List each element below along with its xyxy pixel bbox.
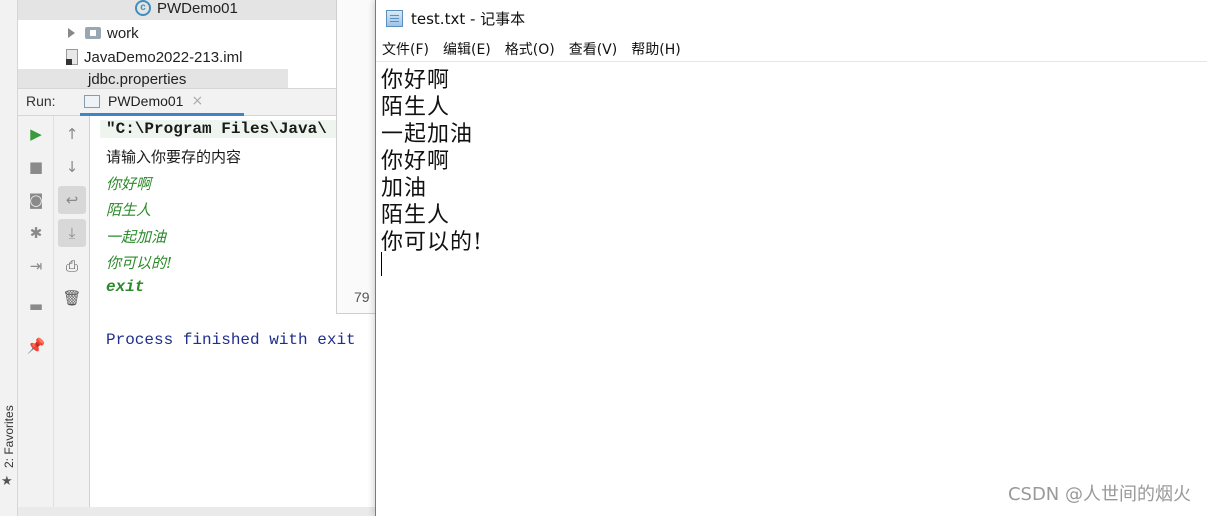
up-arrow-icon[interactable]: ↑ (58, 120, 86, 148)
exit-icon[interactable]: ⇥ (22, 252, 50, 280)
class-icon: c (135, 0, 151, 16)
menu-edit[interactable]: 编辑(E) (443, 39, 491, 59)
line-number: 79 (354, 289, 370, 305)
scroll-to-end-icon[interactable]: ⤓ (58, 219, 86, 247)
file-icon (66, 49, 78, 65)
folder-icon (85, 27, 101, 39)
console-output[interactable]: "C:\Program Files\Java\ 请输入你要存的内容 你好啊 陌生… (90, 116, 376, 516)
camera-icon[interactable]: ◙ (22, 186, 50, 214)
tree-item-label: jdbc.properties (88, 70, 187, 88)
expand-arrow-icon[interactable] (68, 28, 75, 38)
project-tree: c PWDemo01 work JavaDemo2022-213.iml jdb… (18, 0, 336, 89)
notepad-text-area[interactable]: 你好啊 陌生人 一起加油 你好啊 加油 陌生人 你可以的! (376, 61, 1207, 516)
tree-item-iml[interactable]: JavaDemo2022-213.iml (66, 45, 242, 69)
background-window: 79 (336, 0, 376, 314)
print-icon[interactable]: ⎙ (58, 252, 86, 280)
tree-item-work[interactable]: work (66, 21, 139, 45)
notepad-window: test.txt - 记事本 文件(F) 编辑(E) 格式(O) 查看(V) 帮… (375, 0, 1207, 516)
menu-help[interactable]: 帮助(H) (631, 39, 680, 59)
console-input-line: 一起加油 (106, 228, 167, 246)
text-line: 你可以的! (381, 230, 483, 255)
rerun-icon[interactable]: ▶ (22, 120, 50, 148)
menu-file[interactable]: 文件(F) (382, 39, 429, 59)
run-tab-label: PWDemo01 (108, 93, 184, 109)
tree-item-label: work (107, 24, 139, 42)
menu-view[interactable]: 查看(V) (569, 39, 618, 59)
run-toolbar-left: ▶ ■ ◙ ✱ ⇥ ▬ 📌 (18, 116, 54, 516)
watermark: CSDN @人世间的烟火 (1007, 484, 1191, 505)
down-arrow-icon[interactable]: ↓ (58, 153, 86, 181)
run-label: Run: (26, 93, 56, 109)
console-input-line: 你可以的! (106, 254, 173, 272)
notepad-title-bar[interactable]: test.txt - 记事本 (376, 0, 1207, 36)
soft-wrap-icon[interactable]: ↩ (58, 186, 86, 214)
tree-item-jdbc[interactable]: jdbc.properties (18, 69, 288, 89)
star-icon[interactable]: ★ (1, 474, 13, 489)
console-finish-message: Process finished with exit (106, 331, 356, 349)
run-toolbar-right: ↑ ↓ ↩ ⤓ ⎙ 🗑 (54, 116, 90, 516)
run-tool-bar: Run: PWDemo01 × (18, 88, 336, 116)
layout-icon[interactable]: ▬ (22, 292, 50, 320)
tree-item-label: PWDemo01 (157, 0, 238, 17)
text-caret (381, 252, 382, 276)
console-input-line: 陌生人 (106, 201, 152, 219)
pin-icon[interactable]: 📌 (22, 332, 50, 360)
tree-item-pwdemo01[interactable]: c PWDemo01 (18, 0, 336, 20)
notepad-menu-bar: 文件(F) 编辑(E) 格式(O) 查看(V) 帮助(H) (376, 37, 1207, 61)
favorites-strip: 2: Favorites ★ (0, 0, 18, 516)
tree-item-label: JavaDemo2022-213.iml (84, 48, 243, 66)
console-command-line: "C:\Program Files\Java\ (100, 120, 376, 138)
console-icon (84, 94, 100, 108)
notepad-icon (386, 9, 403, 27)
trash-icon[interactable]: 🗑 (58, 284, 86, 312)
stop-icon[interactable]: ■ (22, 153, 50, 181)
favorites-tab[interactable]: 2: Favorites (0, 398, 18, 468)
status-strip (18, 507, 376, 516)
console-prompt: 请输入你要存的内容 (106, 148, 242, 166)
ide-window: 2: Favorites ★ c PWDemo01 work JavaDemo2… (0, 0, 376, 516)
run-tab-pwdemo01[interactable]: PWDemo01 × (80, 89, 244, 116)
close-icon[interactable]: × (191, 93, 203, 109)
console-exit-input: exit (106, 278, 145, 296)
menu-format[interactable]: 格式(O) (505, 39, 555, 59)
debug-icon[interactable]: ✱ (22, 219, 50, 247)
window-title: test.txt - 记事本 (411, 9, 526, 28)
console-input-line: 你好啊 (106, 175, 152, 193)
